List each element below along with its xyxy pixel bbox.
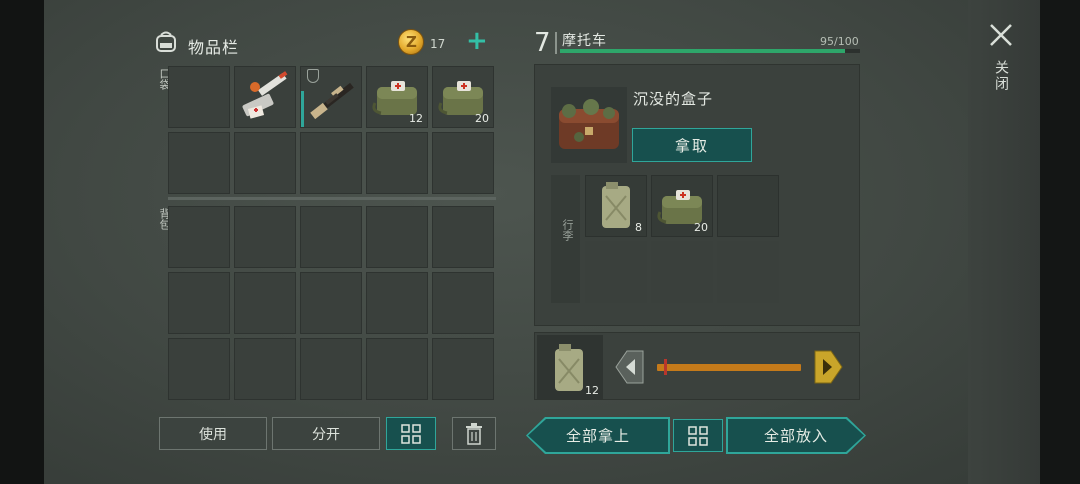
pocket-slot-empty[interactable]: [366, 132, 428, 194]
section-divider: [168, 197, 496, 200]
item-quantity: 12: [585, 384, 599, 397]
grid-icon: [688, 425, 708, 446]
backpack-slot[interactable]: [366, 206, 428, 268]
equipped-indicator: [301, 91, 304, 127]
vehicle-level: 7: [534, 28, 551, 58]
pocket-slot-medkit[interactable]: 12: [366, 66, 428, 128]
container-slot-empty[interactable]: [717, 241, 779, 303]
vehicle-durability: 95/100: [820, 35, 859, 48]
split-item: 12: [537, 335, 603, 399]
pocket-slot-empty[interactable]: [168, 66, 230, 128]
grid-icon: [401, 423, 421, 444]
split-panel: 12: [534, 332, 860, 400]
container-grid-button[interactable]: [673, 419, 723, 452]
pocket-slot-rifle[interactable]: [300, 66, 362, 128]
container-name: 沉没的盒子: [633, 90, 714, 108]
backpack-slot[interactable]: [234, 338, 296, 400]
item-quantity: 12: [409, 112, 423, 125]
take-button[interactable]: 拿取: [632, 128, 752, 162]
close-label[interactable]: 关闭: [991, 60, 1011, 92]
split-button[interactable]: 分开: [272, 417, 380, 450]
backpack-slot[interactable]: [300, 338, 362, 400]
chest-icon: [559, 99, 619, 149]
backpack-slot[interactable]: [168, 206, 230, 268]
durability-bar-fill: [560, 49, 845, 53]
item-quantity: 20: [694, 221, 708, 234]
item-quantity: 8: [635, 221, 642, 234]
item-quantity: 20: [475, 112, 489, 125]
screen-edge-right: [1040, 0, 1080, 484]
use-button[interactable]: 使用: [159, 417, 267, 450]
pocket-slot-syringe[interactable]: [234, 66, 296, 128]
container-grid: 8 20: [585, 175, 779, 303]
container-slot-empty[interactable]: [585, 241, 647, 303]
backpack-slot[interactable]: [432, 272, 494, 334]
backpack-slot[interactable]: [168, 272, 230, 334]
decrease-arrow-icon[interactable]: [615, 350, 645, 384]
take-all-button[interactable]: 全部拿上: [528, 419, 668, 452]
backpack-slot[interactable]: [234, 206, 296, 268]
pocket-slot-medkit[interactable]: 20: [432, 66, 494, 128]
slider-thumb[interactable]: [664, 359, 668, 375]
backpack-slot[interactable]: [432, 206, 494, 268]
pocket-slot-empty[interactable]: [432, 132, 494, 194]
backpack-icon: [156, 31, 176, 52]
container-slot-medkit[interactable]: 20: [651, 175, 713, 237]
trash-button[interactable]: [452, 417, 496, 450]
add-coins-button[interactable]: +: [466, 28, 488, 54]
backpack-slot[interactable]: [300, 272, 362, 334]
backpack-slot[interactable]: [432, 338, 494, 400]
container-slot-empty[interactable]: [651, 241, 713, 303]
level-separator: [555, 32, 557, 54]
container-panel: 沉没的盒子 拿取 行李 8 20: [534, 64, 860, 326]
syringe-kit-icon: [242, 71, 288, 119]
sunken-box-image: [551, 87, 627, 163]
screen-edge-left: [0, 0, 44, 484]
close-icon[interactable]: [988, 22, 1014, 48]
inventory-title: 物品栏: [188, 38, 240, 57]
trash-icon: [466, 422, 482, 445]
increase-arrow-icon[interactable]: [813, 350, 843, 384]
vehicle-name: 摩托车: [562, 33, 607, 49]
backpack-grid: [168, 206, 496, 400]
backpack-slot[interactable]: [366, 338, 428, 400]
luggage-label-box: 行李: [551, 175, 580, 303]
luggage-label: 行李: [561, 219, 574, 241]
pocket-slot-empty[interactable]: [234, 132, 296, 194]
container-slot-empty[interactable]: [717, 175, 779, 237]
shield-icon: [307, 69, 319, 83]
coin-count: 17: [430, 37, 446, 51]
coin-icon: Z: [398, 29, 424, 55]
backpack-slot[interactable]: [366, 272, 428, 334]
pocket-slot-empty[interactable]: [300, 132, 362, 194]
container-slot-jerry-can[interactable]: 8: [585, 175, 647, 237]
backpack-slot[interactable]: [168, 338, 230, 400]
sort-grid-button[interactable]: [386, 417, 436, 450]
inventory-header: 物品栏 Z 17 +: [152, 26, 496, 60]
put-all-button[interactable]: 全部放入: [728, 419, 864, 452]
pocket-grid: 12 20: [168, 66, 496, 194]
quantity-slider[interactable]: [657, 364, 801, 371]
backpack-slot[interactable]: [234, 272, 296, 334]
backpack-slot[interactable]: [300, 206, 362, 268]
pocket-slot-empty[interactable]: [168, 132, 230, 194]
durability-bar: [560, 49, 860, 53]
